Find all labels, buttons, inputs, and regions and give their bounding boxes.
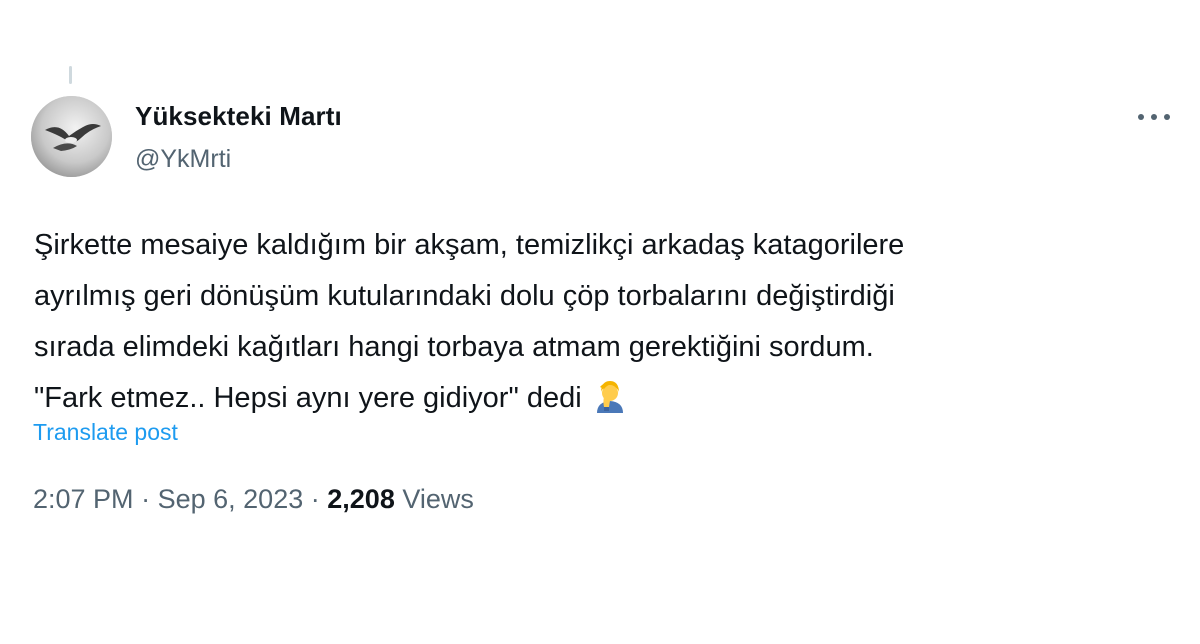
more-dots-icon [1138,114,1170,120]
post-time[interactable]: 2:07 PM [33,484,134,514]
translate-post-link[interactable]: Translate post [33,419,178,446]
post-text: Şirkette mesaiye kaldığım bir akşam, tem… [34,220,1164,430]
more-options-button[interactable] [1134,104,1174,130]
post-text-line: ayrılmış geri dönüşüm kutularındaki dolu… [34,280,895,312]
views-label[interactable]: Views [402,484,474,514]
meta-separator: · [310,484,320,514]
woman-facepalming-icon [592,377,628,430]
post-date[interactable]: Sep 6, 2023 [158,484,304,514]
thread-connector-line [69,66,72,84]
seagull-avatar-icon [31,96,112,177]
post-text-line-content: "Fark etmez.. Hepsi aynı yere gidiyor" d… [34,382,582,414]
post-meta: 2:07 PM · Sep 6, 2023 · 2,208 Views [33,484,474,515]
avatar[interactable] [31,96,112,177]
views-count[interactable]: 2,208 [327,484,395,514]
author-handle[interactable]: @YkMrti [135,145,231,174]
author-display-name[interactable]: Yüksekteki Martı [135,101,342,132]
meta-separator: · [141,484,151,514]
post-text-line: Şirkette mesaiye kaldığım bir akşam, tem… [34,229,905,261]
post-text-line-last: "Fark etmez.. Hepsi aynı yere gidiyor" d… [34,373,1164,430]
post-text-line: sırada elimdeki kağıtları hangi torbaya … [34,331,874,363]
